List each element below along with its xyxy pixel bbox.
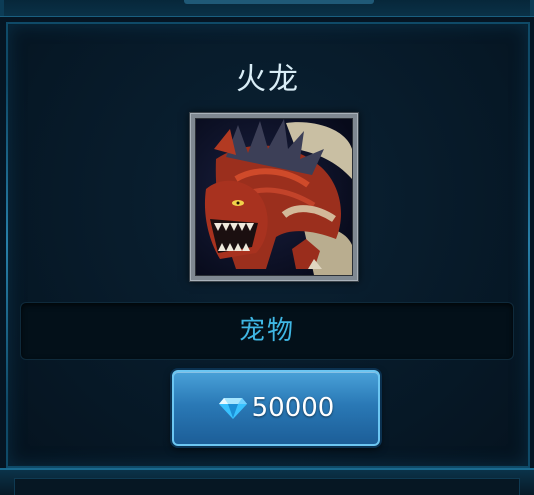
diamond-icon xyxy=(218,398,247,419)
price-amount: 50000 xyxy=(251,393,335,423)
item-portrait-frame[interactable] xyxy=(189,112,359,282)
fire-dragon-portrait xyxy=(195,118,353,276)
dragon-image xyxy=(196,119,352,275)
item-name: 火龙 xyxy=(236,62,300,97)
shop-screen: 火龙 宠物 50000 xyxy=(0,0,534,495)
shop-item-card[interactable]: 火龙 宠物 50000 xyxy=(6,22,530,468)
item-category-bar: 宠物 xyxy=(20,302,514,360)
previous-card-tab xyxy=(184,0,374,4)
next-card-edge xyxy=(0,468,534,495)
item-category: 宠物 xyxy=(238,316,295,346)
buy-button[interactable]: 50000 xyxy=(172,370,380,446)
previous-card-edge xyxy=(0,0,534,17)
